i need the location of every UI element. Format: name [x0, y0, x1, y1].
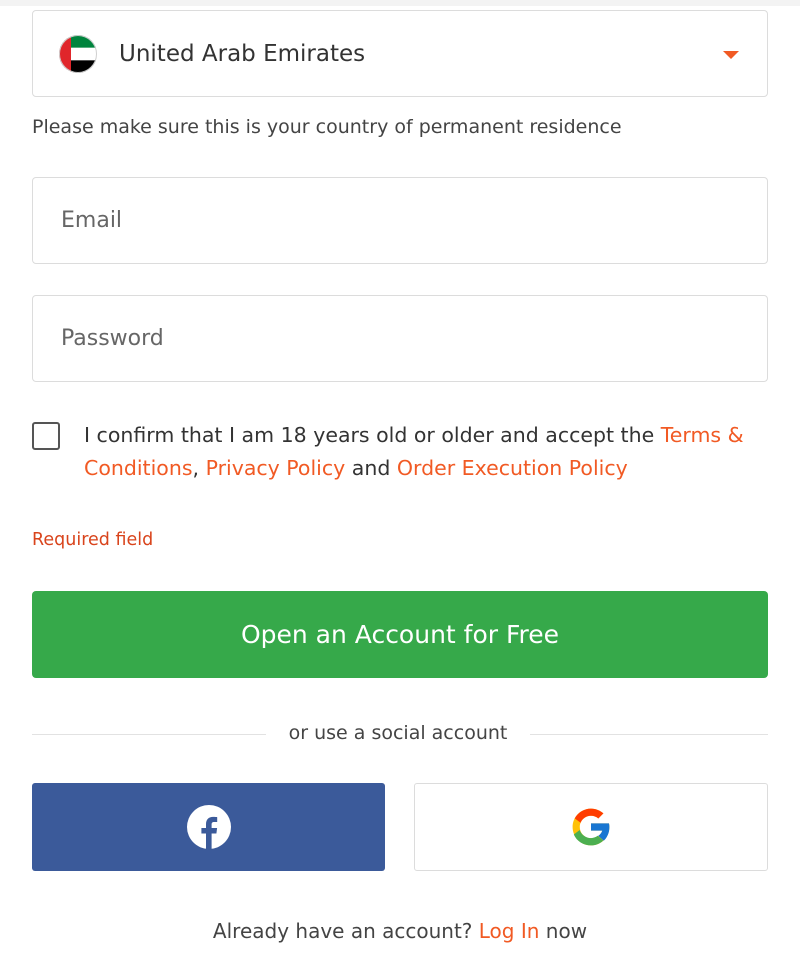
caret-down-icon: [723, 51, 739, 59]
country-select-value: United Arab Emirates: [119, 40, 366, 67]
email-field-container: [32, 177, 768, 264]
password-field-container: [32, 295, 768, 382]
residence-hint: Please make sure this is your country of…: [32, 116, 622, 138]
privacy-policy-link[interactable]: Privacy Policy: [206, 456, 346, 480]
required-field-error: Required field: [32, 530, 154, 550]
consent-and: and: [345, 456, 397, 480]
social-divider-text: or use a social account: [288, 722, 508, 744]
divider-line-left: [32, 734, 266, 735]
consent-text: I confirm that I am 18 years old or olde…: [84, 419, 754, 485]
login-prompt-prefix: Already have an account?: [212, 919, 479, 943]
email-input[interactable]: [33, 178, 767, 263]
google-login-button[interactable]: [414, 783, 768, 871]
password-input[interactable]: [33, 296, 767, 381]
country-select[interactable]: United Arab Emirates: [32, 10, 768, 97]
facebook-icon: [186, 805, 231, 849]
google-icon: [572, 808, 611, 846]
facebook-login-button[interactable]: [32, 783, 385, 871]
open-account-button[interactable]: Open an Account for Free: [32, 591, 768, 678]
uae-flag-icon: [59, 35, 97, 73]
login-prompt: Already have an account? Log In now: [0, 919, 800, 943]
divider-line-right: [530, 734, 768, 735]
login-link[interactable]: Log In: [479, 919, 540, 943]
order-execution-policy-link[interactable]: Order Execution Policy: [397, 456, 628, 480]
login-prompt-suffix: now: [539, 919, 588, 943]
consent-text-prefix: I confirm that I am 18 years old or olde…: [84, 423, 661, 447]
top-divider: [0, 0, 800, 6]
age-consent-checkbox[interactable]: [32, 422, 60, 450]
consent-comma: ,: [192, 456, 206, 480]
